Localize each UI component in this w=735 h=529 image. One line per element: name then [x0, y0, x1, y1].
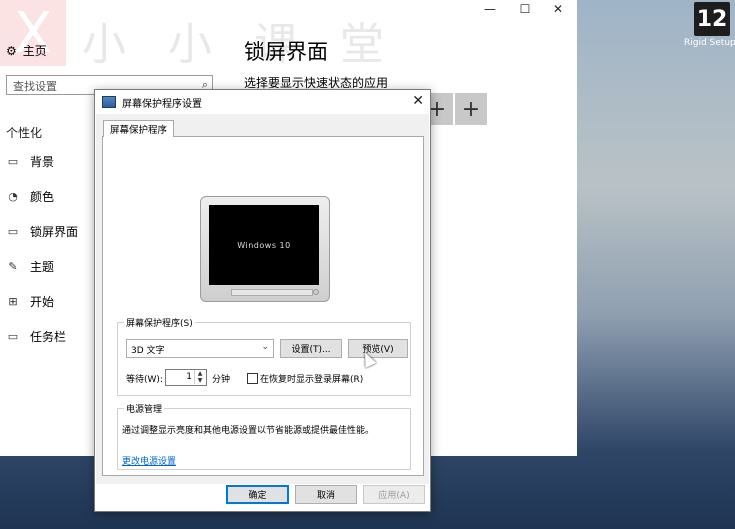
power-group-label: 电源管理 [124, 402, 165, 415]
add-app-button[interactable]: + [455, 93, 487, 125]
resume-logon-checkbox[interactable] [247, 373, 258, 384]
home-nav[interactable]: ⚙ 主页 [6, 42, 47, 59]
minimize-button[interactable]: — [470, 0, 510, 18]
cancel-button[interactable]: 取消 [295, 485, 357, 504]
sidebar-item-themes[interactable]: ✎ 主题 [6, 258, 54, 275]
sidebar-item-label: 锁屏界面 [30, 225, 79, 239]
dialog-titlebar[interactable]: 屏幕保护程序设置 [95, 90, 430, 114]
taskbar-icon: ▭ [7, 330, 19, 343]
sidebar-item-taskbar[interactable]: ▭ 任务栏 [6, 328, 66, 345]
sidebar-item-label: 开始 [30, 295, 55, 309]
spin-up-icon[interactable]: ▲ [194, 370, 205, 377]
search-placeholder: 查找设置 [13, 80, 57, 93]
settings-button[interactable]: 设置(T)... [280, 339, 342, 358]
power-description: 通过调整显示亮度和其他电源设置以节省能源或提供最佳性能。 [122, 426, 375, 436]
preview-monitor: Windows 10 [200, 196, 330, 302]
monitor-icon [102, 96, 116, 108]
ok-button[interactable]: 确定 [226, 485, 289, 504]
image-icon: ▭ [7, 155, 19, 168]
sidebar-item-colors[interactable]: ◔ 颜色 [6, 188, 54, 205]
dialog-body: 屏幕保护程序 Windows 10 屏幕保护程序(S) 3D 文字 ⌄ 设置(T… [96, 114, 429, 484]
theme-icon: ✎ [8, 260, 18, 273]
palette-icon: ◔ [8, 190, 18, 203]
apply-button[interactable]: 应用(A) [363, 485, 425, 504]
change-power-settings-link[interactable]: 更改电源设置 [122, 454, 176, 467]
desktop-app-icon[interactable]: 12 [694, 2, 730, 36]
screensaver-group-label: 屏幕保护程序(S) [124, 316, 195, 329]
power-group: 电源管理 通过调整显示亮度和其他电源设置以节省能源或提供最佳性能。 更改电源设置 [117, 402, 411, 470]
screensaver-selected-value: 3D 文字 [131, 346, 165, 356]
section-title: 个性化 [6, 126, 43, 140]
sidebar-item-lock-screen[interactable]: ▭ 锁屏界面 [6, 223, 78, 240]
desktop-app-label: Rigid Setup [684, 38, 735, 48]
screensaver-dialog: 屏幕保护程序设置 ✕ 屏幕保护程序 Windows 10 屏幕保护程序(S) 3… [94, 89, 431, 512]
screensaver-select[interactable]: 3D 文字 ⌄ [126, 339, 274, 358]
minutes-label: 分钟 [212, 375, 231, 385]
sidebar-item-label: 背景 [30, 155, 55, 169]
wait-spinner[interactable]: 1 ▲ ▼ [165, 369, 207, 386]
sidebar-item-label: 颜色 [30, 190, 55, 204]
home-label: 主页 [22, 44, 47, 58]
dialog-close-button[interactable]: ✕ [412, 93, 424, 109]
preview-button[interactable]: 预览(V) [348, 339, 408, 358]
wait-value: 1 [186, 372, 192, 382]
lock-screen-icon: ▭ [7, 225, 19, 238]
sidebar-item-label: 主题 [30, 260, 55, 274]
tab-screensaver[interactable]: 屏幕保护程序 [103, 120, 175, 137]
sidebar-item-background[interactable]: ▭ 背景 [6, 153, 54, 170]
start-icon: ⊞ [8, 295, 18, 308]
preview-screen: Windows 10 [209, 205, 319, 285]
spin-down-icon[interactable]: ▼ [194, 377, 205, 384]
resume-logon-label: 在恢复时显示登录屏幕(R) [260, 375, 364, 385]
watermark-text: 小 小 课 堂 [82, 19, 398, 70]
tab-panel: Windows 10 屏幕保护程序(S) 3D 文字 ⌄ 设置(T)... 预览… [102, 136, 424, 476]
page-title: 锁屏界面 [244, 40, 328, 64]
sidebar-item-start[interactable]: ⊞ 开始 [6, 293, 54, 310]
close-button[interactable]: ✕ [538, 0, 578, 18]
wait-label: 等待(W): [126, 375, 163, 385]
sidebar-item-label: 任务栏 [30, 330, 67, 344]
gear-icon: ⚙ [6, 43, 17, 58]
monitor-led [313, 289, 319, 295]
monitor-slot [231, 289, 313, 296]
dialog-title: 屏幕保护程序设置 [122, 98, 202, 110]
chevron-down-icon: ⌄ [261, 342, 269, 352]
